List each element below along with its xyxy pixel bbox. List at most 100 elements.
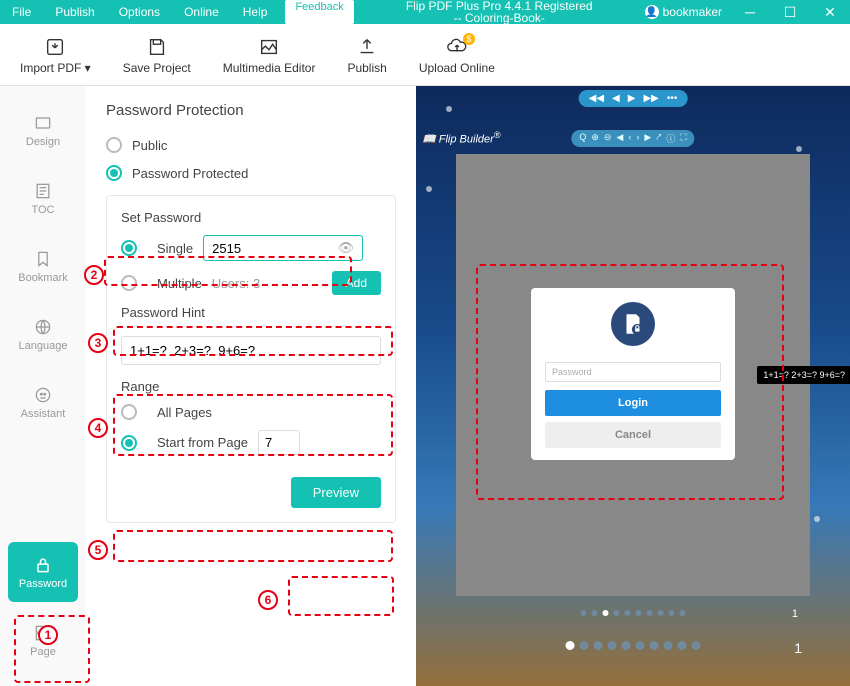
- password-input-box: 👁: [203, 235, 363, 261]
- start-page-input[interactable]: [258, 430, 300, 455]
- nav-first-icon[interactable]: ◀◀: [589, 93, 604, 104]
- app-title: Flip PDF Plus Pro 4.4.1 Registered -- Co…: [354, 0, 645, 24]
- radio-protected[interactable]: [106, 165, 122, 181]
- password-tab[interactable]: Password: [8, 542, 78, 602]
- page-label: Page: [30, 646, 56, 658]
- step-2-marker: 2: [84, 265, 104, 285]
- save-label: Save Project: [123, 61, 191, 75]
- menu-help[interactable]: Help: [231, 0, 280, 24]
- bookmark-label: Bookmark: [18, 272, 68, 284]
- user-icon: 👤: [645, 5, 659, 19]
- start-from-row: Start from Page: [121, 430, 381, 455]
- design-tab[interactable]: Design: [0, 100, 86, 160]
- upload-online-button[interactable]: $ Upload Online: [403, 27, 511, 83]
- main-menu: File Publish Options Online Help Feedbac…: [0, 0, 354, 24]
- page-number-small: 1: [792, 608, 798, 620]
- nav-prev-icon[interactable]: ◀: [612, 93, 620, 104]
- preview-toolbar[interactable]: Q ⊕ ⊖ ◀ ‹ › ▶ ⤤ ⓘ ⛶: [571, 130, 694, 147]
- radio-public[interactable]: [106, 137, 122, 153]
- toolbar: Import PDF ▾ Save Project Multimedia Edi…: [0, 24, 850, 86]
- nav-pill[interactable]: ◀◀ ◀ ▶ ▶▶ •••: [579, 90, 688, 107]
- nav-next-icon[interactable]: ▶: [628, 93, 636, 104]
- toc-icon: [32, 180, 54, 202]
- radio-all-pages[interactable]: [121, 404, 137, 420]
- range-title: Range: [121, 379, 381, 394]
- title-line2: -- Coloring-Book-: [354, 12, 645, 24]
- menu-options[interactable]: Options: [107, 0, 172, 24]
- close-button[interactable]: ✕: [810, 0, 850, 24]
- share-mini-icon[interactable]: ⤤: [656, 132, 661, 145]
- next-mini-icon[interactable]: ›: [636, 132, 639, 145]
- minimize-button[interactable]: ─: [730, 0, 770, 24]
- nav-more-icon[interactable]: •••: [667, 93, 678, 104]
- toc-tab[interactable]: TOC: [0, 168, 86, 228]
- step-6-marker: 6: [258, 590, 278, 610]
- menu-publish[interactable]: Publish: [43, 0, 106, 24]
- multimedia-label: Multimedia Editor: [223, 61, 316, 75]
- add-button[interactable]: Add: [332, 271, 381, 295]
- public-option[interactable]: Public: [106, 133, 396, 157]
- fullscreen-mini-icon[interactable]: ⛶: [680, 132, 686, 145]
- toc-label: TOC: [31, 204, 54, 216]
- preview-button[interactable]: Preview: [291, 477, 381, 508]
- password-subsection: Set Password Single 👁 Multiple Users: 3 …: [106, 195, 396, 523]
- import-pdf-button[interactable]: Import PDF ▾: [4, 27, 107, 83]
- upload-label: Upload Online: [419, 61, 495, 75]
- search-mini-icon[interactable]: Q: [579, 132, 586, 145]
- radio-multiple[interactable]: [121, 275, 137, 291]
- single-row: Single 👁: [121, 235, 381, 261]
- single-label: Single: [157, 241, 193, 256]
- settings-panel: Password Protection Public Password Prot…: [86, 86, 416, 686]
- menu-online[interactable]: Online: [172, 0, 231, 24]
- preview-highlight: [476, 264, 784, 500]
- radio-start-from[interactable]: [121, 435, 137, 451]
- page-dots-bottom[interactable]: [566, 641, 701, 650]
- password-label: Password: [19, 578, 67, 590]
- preview-inner: ◀◀ ◀ ▶ ▶▶ ••• 📖 Flip Builder® Q ⊕ ⊖ ◀ ‹ …: [416, 104, 850, 686]
- user-info[interactable]: 👤 bookmaker: [645, 5, 722, 19]
- eye-icon[interactable]: 👁: [338, 240, 355, 256]
- set-password-title: Set Password: [121, 210, 381, 225]
- password-input[interactable]: [212, 241, 332, 256]
- maximize-button[interactable]: ☐: [770, 0, 810, 24]
- bookmark-icon: [32, 248, 54, 270]
- import-label: Import PDF ▾: [20, 61, 91, 75]
- dollar-badge: $: [463, 33, 475, 45]
- info-mini-icon[interactable]: ⓘ: [666, 132, 675, 145]
- design-label: Design: [26, 136, 60, 148]
- bookmark-tab[interactable]: Bookmark: [0, 236, 86, 296]
- save-icon: [145, 35, 169, 59]
- feedback-button[interactable]: Feedback: [285, 0, 353, 24]
- all-pages-label: All Pages: [157, 405, 212, 420]
- publish-label: Publish: [347, 61, 386, 75]
- hint-input[interactable]: [121, 336, 381, 365]
- last-mini-icon[interactable]: ▶: [644, 132, 651, 145]
- publish-button[interactable]: Publish: [331, 27, 402, 83]
- multiple-row: Multiple Users: 3 Add: [121, 271, 381, 295]
- prev-mini-icon[interactable]: ‹: [628, 132, 631, 145]
- step-3-marker: 3: [88, 333, 108, 353]
- menu-file[interactable]: File: [0, 0, 43, 24]
- language-tab[interactable]: Language: [0, 304, 86, 364]
- zoomout-mini-icon[interactable]: ⊖: [604, 132, 612, 145]
- protected-option[interactable]: Password Protected: [106, 161, 396, 185]
- radio-single[interactable]: [121, 240, 137, 256]
- multimedia-editor-button[interactable]: Multimedia Editor: [207, 27, 332, 83]
- assistant-label: Assistant: [21, 408, 66, 420]
- design-icon: [32, 112, 54, 134]
- import-icon: [43, 35, 67, 59]
- zoomin-mini-icon[interactable]: ⊕: [591, 132, 599, 145]
- page-dots-top[interactable]: [581, 610, 686, 616]
- all-pages-row[interactable]: All Pages: [121, 404, 381, 420]
- step-1-marker: 1: [38, 625, 58, 645]
- save-project-button[interactable]: Save Project: [107, 27, 207, 83]
- publish-icon: [355, 35, 379, 59]
- users-count: Users: 3: [212, 276, 260, 291]
- lock-icon: [32, 554, 54, 576]
- left-tabs: Design TOC Bookmark Language Assistant P…: [0, 86, 86, 686]
- nav-last-icon[interactable]: ▶▶: [643, 93, 658, 104]
- page-number-big: 1: [794, 640, 802, 656]
- assistant-tab[interactable]: Assistant: [0, 372, 86, 432]
- cloud-upload-icon: $: [445, 35, 469, 59]
- first-mini-icon[interactable]: ◀: [616, 132, 623, 145]
